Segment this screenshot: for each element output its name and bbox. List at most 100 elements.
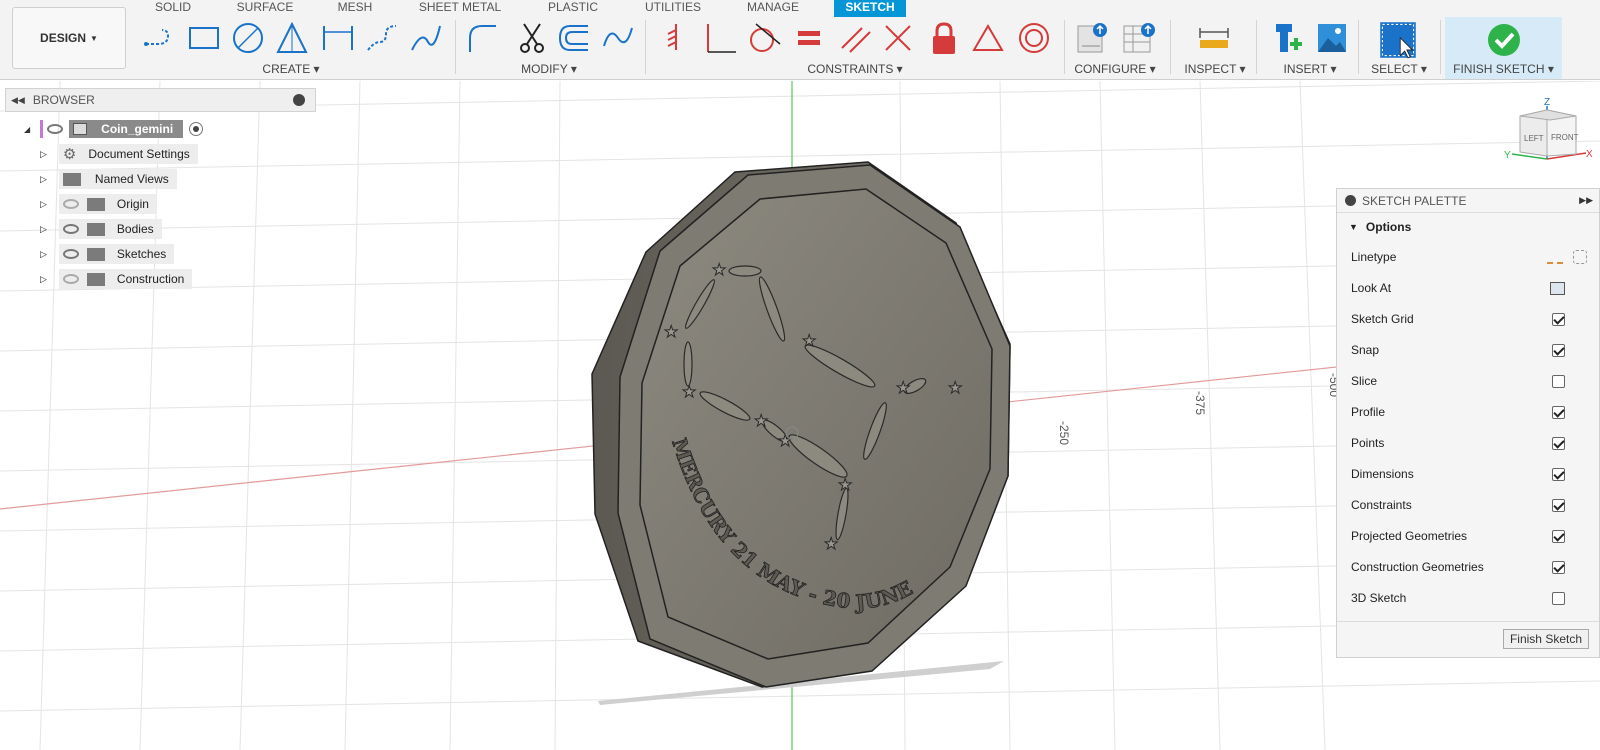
projected-geometries-checkbox[interactable] <box>1552 529 1565 543</box>
lock-constraint-button[interactable] <box>926 20 962 56</box>
eye-hidden-icon[interactable] <box>62 199 79 209</box>
browser-item-origin[interactable]: ▷ Origin <box>40 194 157 214</box>
fix-constraint-button[interactable] <box>658 20 694 56</box>
trim-tool-button[interactable] <box>514 20 550 56</box>
insert-canvas-button[interactable] <box>1314 20 1350 56</box>
configure-menu[interactable]: CONFIGURE ▾ <box>1070 62 1160 76</box>
expand-arrow-icon[interactable]: ▷ <box>40 174 47 185</box>
perpendicular-cross-constraint-button[interactable] <box>880 20 916 56</box>
points-checkbox[interactable] <box>1552 436 1565 450</box>
palette-row-3d-sketch: 3D Sketch <box>1351 588 1587 608</box>
separator <box>1440 20 1441 74</box>
folder-icon <box>86 197 105 211</box>
browser-panel-header[interactable]: ◀◀ BROWSER <box>5 88 316 112</box>
eye-icon[interactable] <box>62 224 79 234</box>
palette-row-snap: Snap <box>1351 340 1587 360</box>
polygon-tool-button[interactable] <box>274 20 310 56</box>
spline-tool-button[interactable] <box>364 20 400 56</box>
construction-linetype-icon[interactable] <box>1547 250 1563 264</box>
palette-finish-sketch-button[interactable]: Finish Sketch <box>1502 629 1589 649</box>
select-tool-button[interactable] <box>1378 20 1418 60</box>
constraints-checkbox[interactable] <box>1552 498 1565 512</box>
measure-button[interactable] <box>1196 20 1232 56</box>
options-section-header[interactable]: ▼ Options <box>1337 213 1599 241</box>
tab-sheet-metal[interactable]: SHEET METAL <box>414 0 506 17</box>
expand-arrow-icon[interactable]: ▷ <box>40 199 47 210</box>
perpendicular-constraint-button[interactable] <box>702 20 738 56</box>
expand-arrow-icon[interactable]: ▷ <box>40 149 47 160</box>
component-icon <box>73 123 88 135</box>
separator <box>1358 20 1359 74</box>
tab-utilities[interactable]: UTILITIES <box>640 0 706 17</box>
browser-item-bodies[interactable]: ▷ Bodies <box>40 219 162 239</box>
browser-root-item[interactable]: ◢ Coin_gemini <box>24 119 204 139</box>
component-name-box[interactable]: Coin_gemini <box>69 120 184 138</box>
table-icon <box>1123 23 1155 53</box>
tab-manage[interactable]: MANAGE <box>742 0 804 17</box>
workspace-label: DESIGN <box>40 31 87 45</box>
tab-plastic[interactable]: PLASTIC <box>540 0 606 17</box>
browser-item-document-settings[interactable]: ▷ ⚙ Document Settings <box>40 144 198 164</box>
parallel-constraint-button[interactable] <box>838 20 874 56</box>
lock-icon <box>933 22 955 54</box>
tab-sketch[interactable]: SKETCH <box>834 0 906 17</box>
expand-arrow-icon[interactable]: ▷ <box>40 274 47 285</box>
finish-sketch-button[interactable]: FINISH SKETCH ▾ <box>1445 17 1562 79</box>
collapse-arrow-icon[interactable]: ▼ <box>1349 222 1358 232</box>
browser-item-construction[interactable]: ▷ Construction <box>40 269 193 289</box>
offset-tool-button[interactable] <box>556 20 592 56</box>
dimension-label: -250 <box>1057 421 1071 445</box>
snap-checkbox[interactable] <box>1552 343 1565 357</box>
insert-menu[interactable]: INSERT ▾ <box>1272 62 1348 76</box>
dimension-label: -375 <box>1193 391 1207 415</box>
browser-item-named-views[interactable]: ▷ Named Views <box>40 169 177 189</box>
expand-arrow-icon[interactable]: ▷ <box>40 249 47 260</box>
configure-parameters-button[interactable] <box>1074 20 1110 56</box>
midpoint-constraint-button[interactable] <box>970 20 1006 56</box>
eye-hidden-icon[interactable] <box>62 274 79 284</box>
select-menu[interactable]: SELECT ▾ <box>1366 62 1432 76</box>
eye-icon[interactable] <box>62 249 79 259</box>
rectangle-tool-button[interactable] <box>186 20 222 56</box>
expand-icon[interactable]: ▶▶ <box>1579 195 1593 206</box>
configure-table-button[interactable] <box>1120 20 1156 56</box>
collapse-icon[interactable]: ◀◀ <box>11 95 25 106</box>
slice-checkbox[interactable] <box>1552 374 1565 388</box>
line-tool-button[interactable] <box>142 20 178 56</box>
3d-sketch-checkbox[interactable] <box>1552 591 1565 605</box>
sketch-grid-checkbox[interactable] <box>1552 312 1565 326</box>
tab-solid[interactable]: SOLID <box>148 0 198 17</box>
look-at-icon[interactable] <box>1550 281 1565 295</box>
dimensions-checkbox[interactable] <box>1552 467 1565 481</box>
tab-mesh[interactable]: MESH <box>330 0 380 17</box>
fillet-tool-button[interactable] <box>464 20 500 56</box>
tangent-constraint-button[interactable] <box>746 20 782 56</box>
palette-header[interactable]: SKETCH PALETTE ▶▶ <box>1337 189 1599 213</box>
profile-checkbox[interactable] <box>1552 405 1565 419</box>
radio-activate-icon[interactable] <box>189 122 204 136</box>
equal-constraint-button[interactable] <box>792 20 828 56</box>
modify-menu[interactable]: MODIFY ▾ <box>504 62 594 76</box>
dimension-tool-button[interactable] <box>320 20 356 56</box>
viewcube[interactable]: LEFT FRONT Z X Y <box>1500 96 1596 176</box>
concentric-constraint-button[interactable] <box>1016 20 1052 56</box>
insert-mcmaster-button[interactable] <box>1270 20 1306 56</box>
minus-circle-icon[interactable] <box>1345 195 1356 206</box>
circle-tool-button[interactable] <box>230 20 266 56</box>
separator <box>1170 20 1171 74</box>
expand-arrow-icon[interactable]: ◢ <box>24 125 30 134</box>
constraints-menu[interactable]: CONSTRAINTS ▾ <box>800 62 910 76</box>
conic-tool-button[interactable] <box>408 20 444 56</box>
browser-item-sketches[interactable]: ▷ Sketches <box>40 244 175 264</box>
create-menu[interactable]: CREATE ▾ <box>246 62 336 76</box>
centerline-linetype-icon[interactable] <box>1573 250 1587 264</box>
tab-surface[interactable]: SURFACE <box>230 0 300 17</box>
eye-icon[interactable] <box>47 124 64 134</box>
workspace-switcher-button[interactable]: DESIGN ▼ <box>12 7 126 69</box>
inspect-menu[interactable]: INSPECT ▾ <box>1180 62 1250 76</box>
sketch-curve-tool-button[interactable] <box>600 20 636 56</box>
minus-circle-icon[interactable] <box>293 94 305 106</box>
construction-geometries-checkbox[interactable] <box>1552 560 1565 574</box>
folder-icon <box>86 222 105 236</box>
expand-arrow-icon[interactable]: ▷ <box>40 224 47 235</box>
